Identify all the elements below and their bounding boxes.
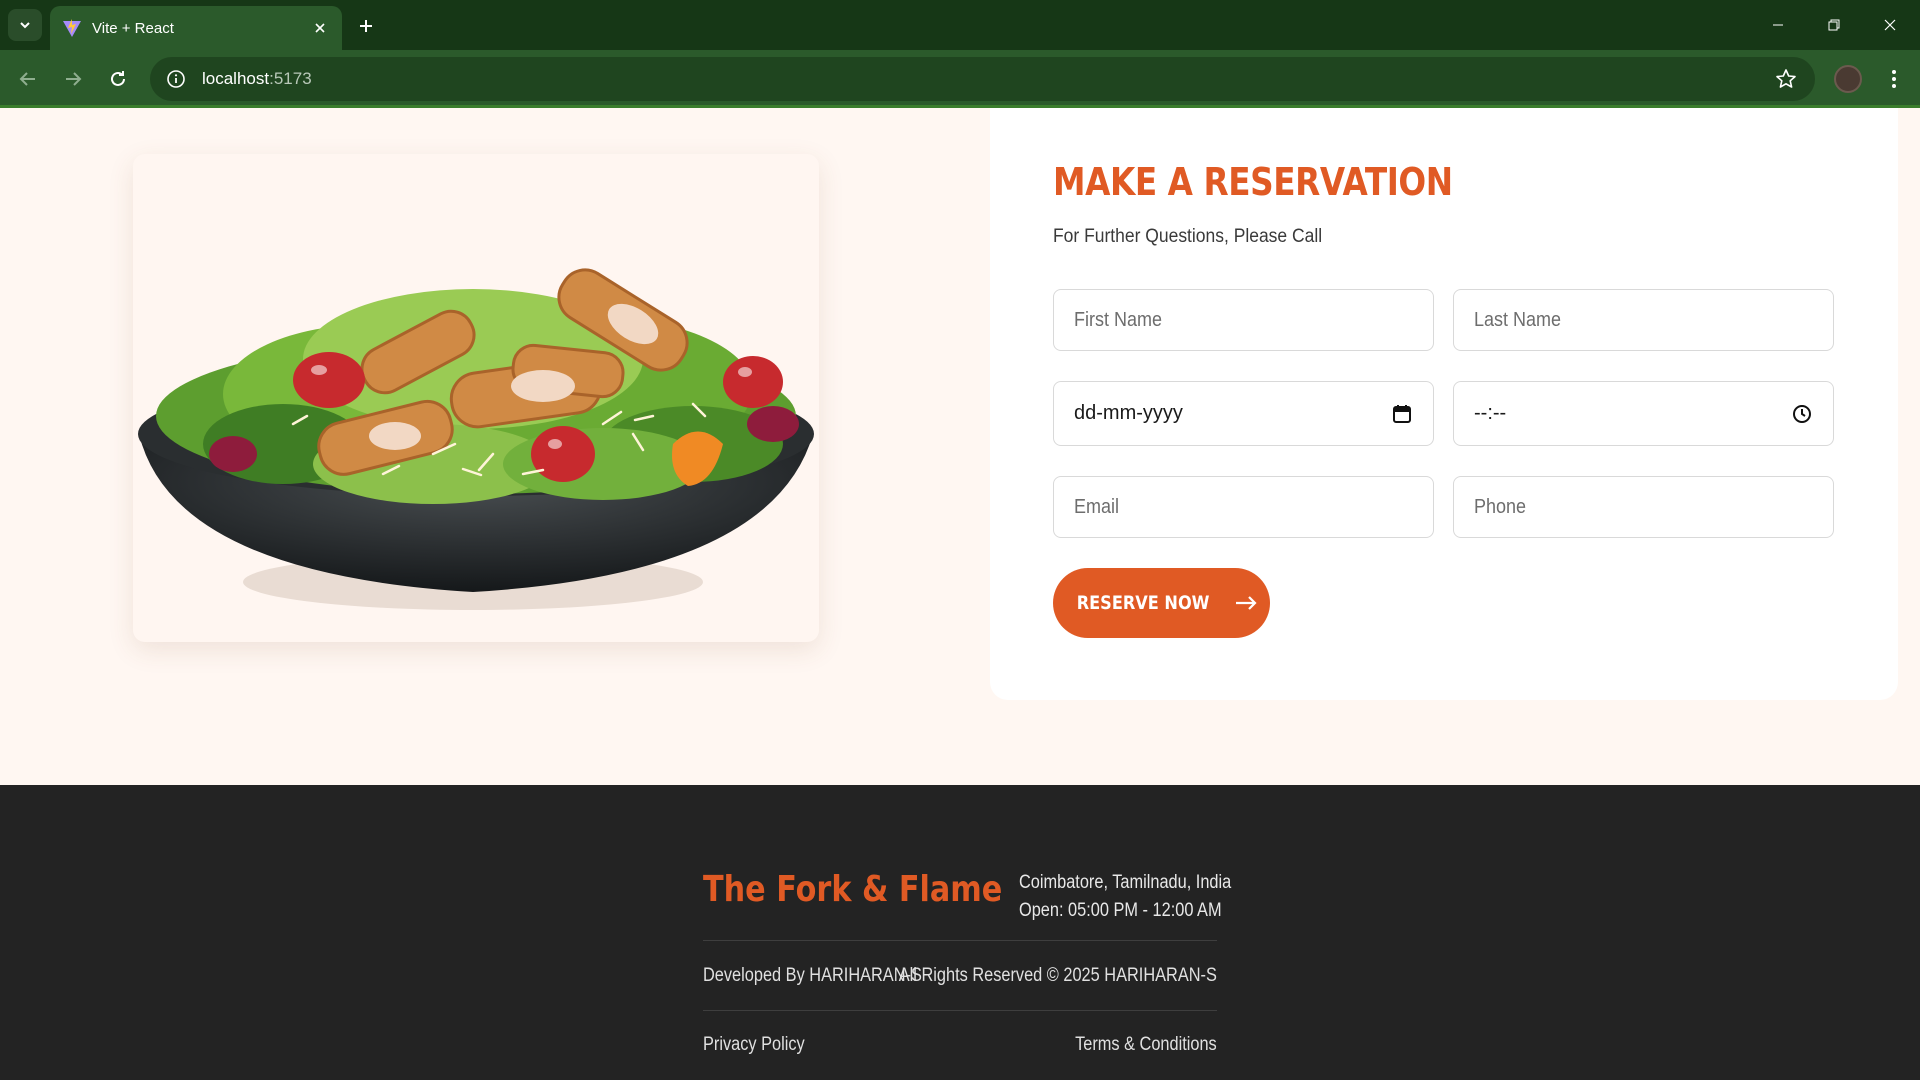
forward-button[interactable] [56,62,90,96]
new-tab-button[interactable] [352,12,380,40]
tab-search-button[interactable] [8,9,42,41]
url-port: :5173 [269,69,312,88]
browser-menu-button[interactable] [1880,63,1908,95]
opening-hours: Open: 05:00 PM - 12:00 AM [1019,900,1222,921]
phone-placeholder: Phone [1474,495,1527,518]
terms-link[interactable]: Terms & Conditions [1075,1034,1217,1056]
salad-image [133,154,819,642]
reservation-subtitle: For Further Questions, Please Call [1053,226,1323,247]
close-icon[interactable] [310,18,330,38]
calendar-icon[interactable] [1391,403,1413,425]
first-name-field[interactable]: First Name [1053,289,1434,351]
avatar[interactable] [1834,65,1862,93]
info-icon[interactable] [164,67,188,91]
date-field[interactable]: dd-mm-yyyy [1053,381,1434,446]
restore-icon [1828,19,1840,31]
back-button[interactable] [11,62,45,96]
time-value: --:-- [1474,402,1507,424]
minimize-icon [1773,24,1783,26]
footer-divider [703,1010,1217,1011]
window-close-button[interactable] [1862,0,1918,50]
address-bar[interactable]: localhost:5173 [150,57,1815,101]
url-host: localhost [202,69,270,88]
arrow-right-icon [66,72,82,86]
minimize-button[interactable] [1750,0,1806,50]
time-field[interactable]: --:-- [1453,381,1834,446]
developer-credit: Developed By HARIHARAN-S [703,965,922,986]
star-icon[interactable] [1775,68,1797,90]
reserve-now-button[interactable]: RESERVE NOW [1053,568,1270,638]
arrow-right-icon [1235,596,1257,610]
reload-button[interactable] [101,62,135,96]
privacy-policy-link[interactable]: Privacy Policy [703,1034,805,1056]
footer-divider [703,940,1217,941]
kebab-menu-icon [1892,70,1896,88]
email-placeholder: Email [1074,495,1120,518]
tab-title: Vite + React [92,19,174,37]
arrow-left-icon [19,72,35,86]
clock-icon[interactable] [1791,403,1813,425]
chevron-down-icon [20,22,30,29]
email-field[interactable]: Email [1053,476,1434,538]
reservation-title: MAKE A RESERVATION [1053,160,1453,204]
last-name-placeholder: Last Name [1474,308,1562,331]
close-icon [1884,19,1896,31]
restore-button[interactable] [1806,0,1862,50]
browser-tabstrip: Vite + React [0,0,1920,50]
browser-tab[interactable]: Vite + React [50,6,342,50]
reload-icon [111,71,125,86]
first-name-placeholder: First Name [1074,308,1163,331]
copyright-text: All Rights Reserved © 2025 HARIHARAN-S [898,965,1217,986]
footer-address: Coimbatore, Tamilnadu, India Open: 05:00… [1019,869,1231,925]
plus-icon [360,20,372,32]
browser-toolbar: localhost:5173 [0,50,1920,108]
vite-logo-icon [62,18,82,38]
footer-brand: The Fork & Flame [703,869,1003,910]
reservation-form: MAKE A RESERVATION For Further Questions… [990,108,1898,700]
address-line: Coimbatore, Tamilnadu, India [1019,872,1232,893]
phone-field[interactable]: Phone [1453,476,1834,538]
site-footer: The Fork & Flame Coimbatore, Tamilnadu, … [0,785,1920,1080]
reserve-now-label: RESERVE NOW [1077,592,1210,614]
date-value: dd-mm-yyyy [1074,402,1183,424]
last-name-field[interactable]: Last Name [1453,289,1834,351]
